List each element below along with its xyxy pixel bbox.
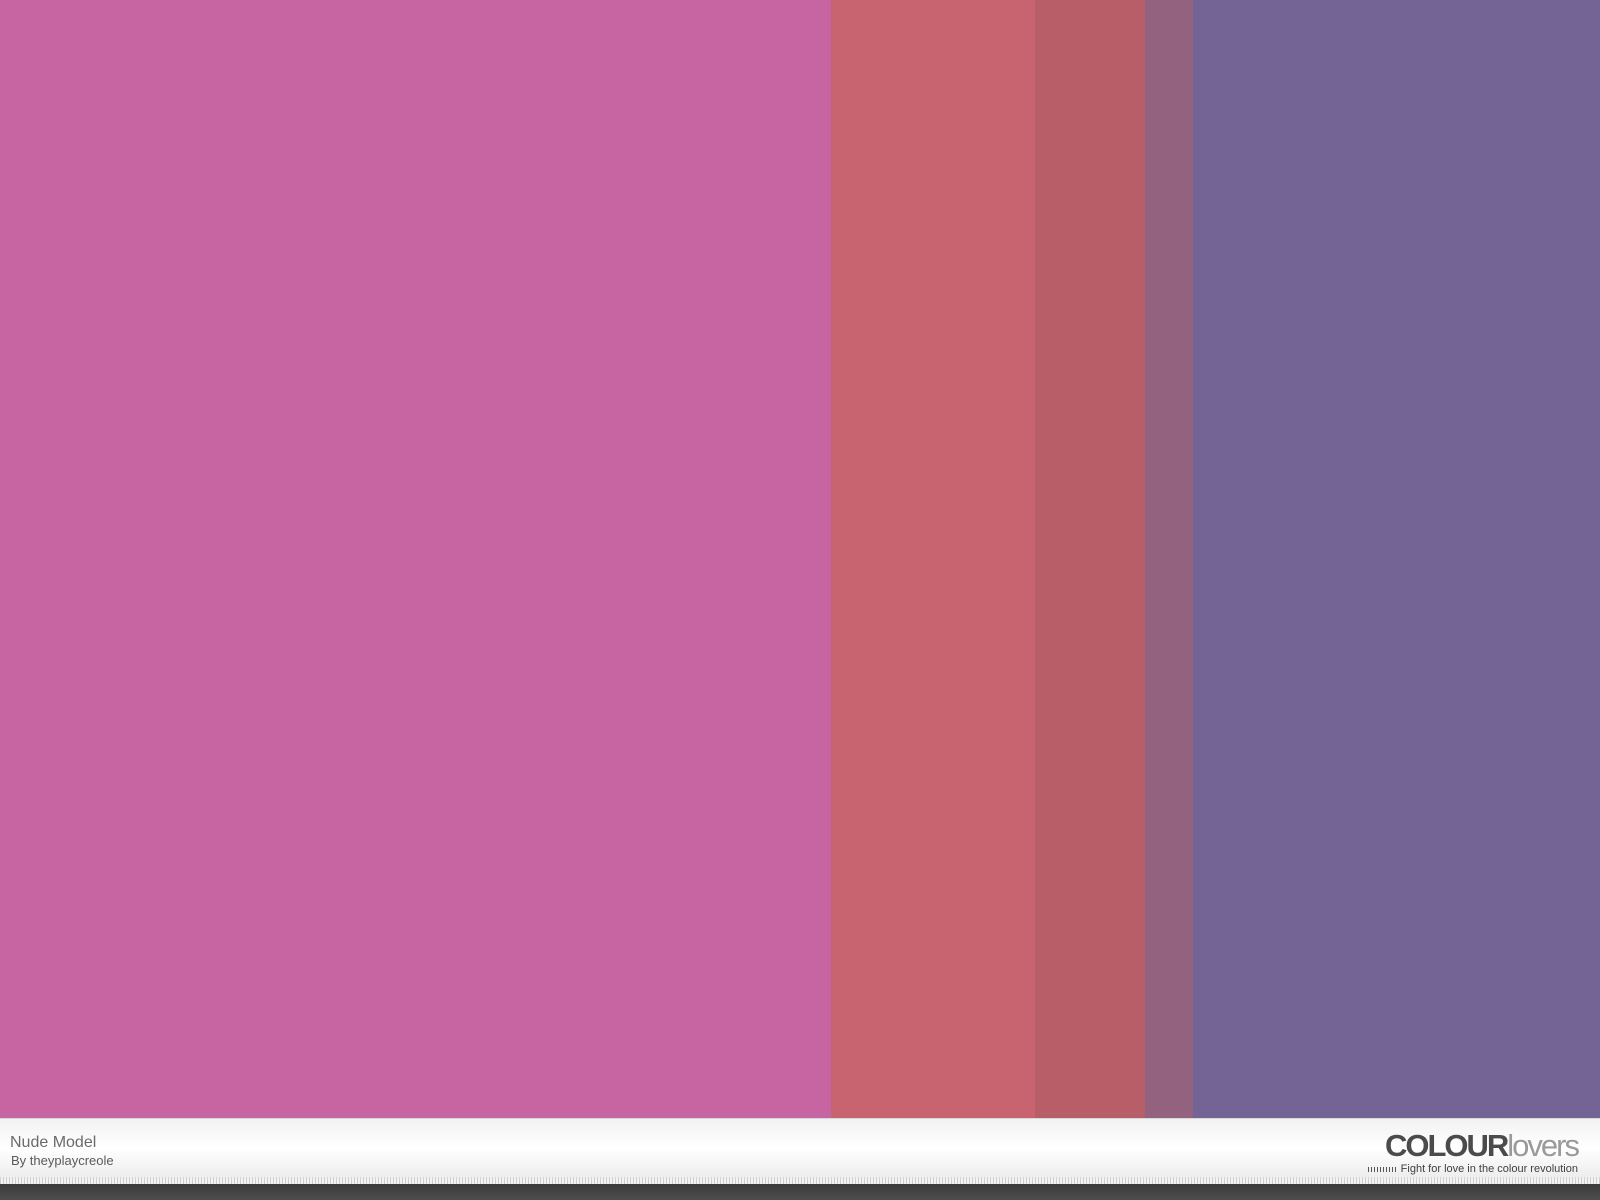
colourlovers-brand: COLOURlovers Fight for love in the colou… [1358,1128,1580,1179]
logo-light-text: lovers [1507,1128,1580,1163]
brand-tagline: Fight for love in the colour revolution [1400,1163,1578,1175]
dotted-line-icon [1368,1167,1396,1172]
colourlovers-logo: COLOURlovers [1384,1128,1580,1163]
palette-image: Nude Model By theyplaycreole COLOURlover… [0,0,1600,1200]
color-swatches [0,0,1600,1118]
logo-strong-text: COLOUR [1384,1128,1509,1163]
color-swatch [0,0,831,1118]
palette-title: Nude Model [10,1134,97,1151]
color-swatch [1145,0,1193,1118]
palette-footer: Nude Model By theyplaycreole COLOURlover… [0,1118,1600,1184]
palette-author: By theyplaycreole [11,1153,114,1168]
bottom-bar [0,1184,1600,1200]
color-swatch [1193,0,1600,1118]
color-swatch [831,0,1035,1118]
color-swatch [1035,0,1145,1118]
